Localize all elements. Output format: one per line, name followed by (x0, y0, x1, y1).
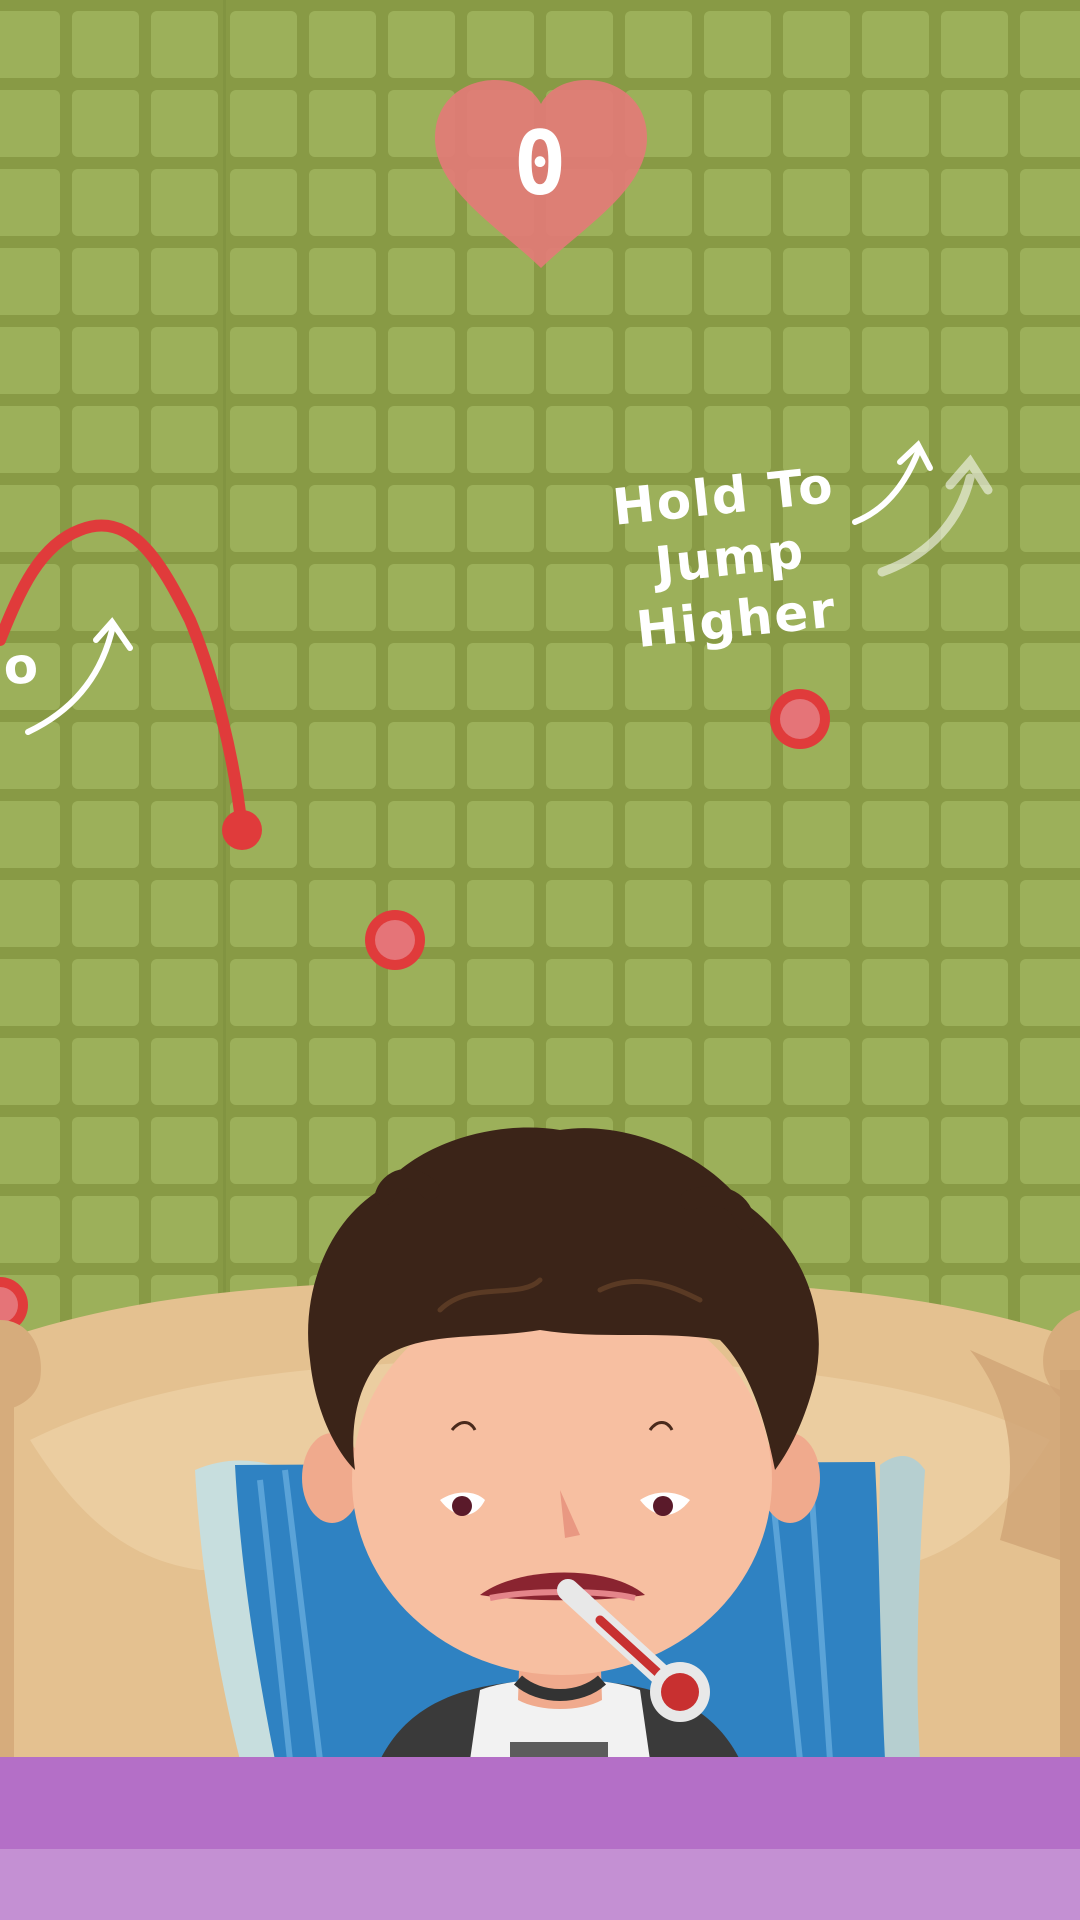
target-dot (770, 689, 830, 749)
scene-art (0, 0, 1080, 1761)
trajectory-end-dot (222, 810, 262, 850)
hold-to-jump-hint: Hold To Jump Higher (609, 455, 840, 660)
score-counter: 0 (513, 112, 567, 215)
game-scene[interactable]: 0 Hold To Jump Higher o (0, 0, 1080, 1920)
floor-ledge (0, 1757, 1080, 1849)
floor-base (0, 1849, 1080, 1920)
target-dot (365, 910, 425, 970)
